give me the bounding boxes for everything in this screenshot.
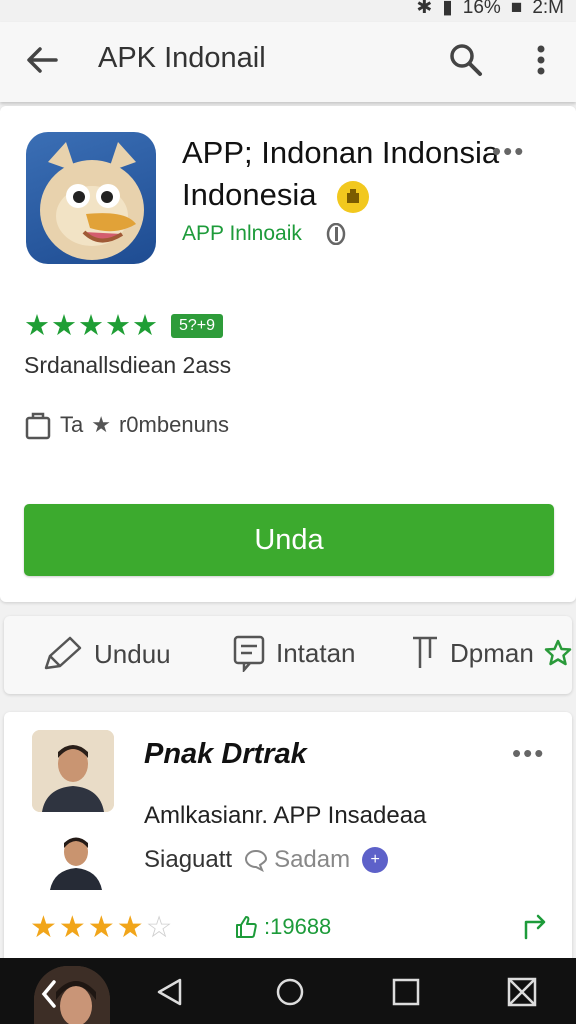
app-name: APP; Indonan Indonsia Indonesia	[182, 132, 522, 216]
action-bar: Unduu Intatan Dpman	[4, 616, 572, 694]
developer-row: APP Inlnoaik	[182, 222, 346, 246]
star-outline-icon[interactable]	[544, 639, 572, 667]
chat-icon	[245, 849, 268, 872]
reply-link[interactable]: Sadam	[244, 846, 350, 874]
battery-percent: 16%	[462, 0, 501, 18]
note-icon	[233, 635, 265, 672]
nav-back-icon[interactable]	[154, 976, 186, 1008]
review-text: Amlkasianr. APP Insadeaa	[144, 802, 427, 829]
app-more-button[interactable]: •••	[492, 136, 525, 167]
app-subtitle: Srdanallsdiean 2ass	[24, 352, 232, 378]
action-save[interactable]: Dpman	[410, 634, 572, 672]
review-meta-label: Siaguatt	[144, 846, 233, 873]
signal-icon: ▮	[442, 0, 453, 18]
rating-stars: ★★★★★	[24, 310, 159, 342]
star-filled-icon: ★	[116, 911, 146, 944]
reviewer-name: Pnak Drtrak	[144, 738, 307, 770]
action-save-label: Dpman	[450, 637, 534, 668]
category-label: Ta	[60, 412, 84, 437]
app-bar: APK Indonail	[0, 22, 576, 102]
category-rest: r0mbenuns	[118, 412, 230, 437]
more-vert-icon[interactable]	[526, 40, 556, 80]
back-arrow-icon[interactable]	[22, 40, 62, 80]
reviewer-photo-small	[44, 826, 108, 890]
status-bar: ✱ ▮ 16% ■ 2:M	[0, 0, 576, 22]
reviewer-avatar-small[interactable]	[44, 826, 108, 890]
app-info-card: APP; Indonan Indonsia Indonesia ••• APP …	[0, 106, 576, 602]
nav-home-icon[interactable]	[274, 976, 306, 1008]
action-download[interactable]: Unduu	[40, 634, 171, 674]
bluetooth-icon: ✱	[416, 0, 433, 18]
category-row[interactable]: Ta ★ r0mbenuns	[24, 410, 229, 440]
search-icon[interactable]	[446, 40, 486, 80]
rating-row: ★★★★★ 5?+9	[24, 308, 224, 343]
reviewer-avatar[interactable]	[32, 730, 114, 812]
thumbnail-image	[34, 966, 110, 1024]
reply-label: Sadam	[274, 846, 351, 873]
likes-button[interactable]: :19688	[234, 914, 331, 940]
plus-badge-icon: +	[362, 847, 389, 873]
star-icon: ★	[91, 412, 111, 437]
recent-thumbnail[interactable]	[34, 966, 110, 1024]
clock: 2:M	[532, 0, 564, 18]
reviewer-photo	[32, 730, 114, 812]
app-icon-artwork	[40, 142, 144, 260]
review-stars: ★★★★☆	[30, 910, 175, 945]
status-icons: ✱ ▮ 16% ■ 2:M	[416, 0, 564, 19]
nav-recents-icon[interactable]	[390, 976, 422, 1008]
star-filled-icon: ★	[58, 911, 88, 944]
review-meta: Siaguatt Sadam +	[144, 846, 389, 874]
system-nav-bar	[0, 958, 576, 1024]
page-title: APK Indonail	[98, 42, 266, 74]
bag-icon	[25, 412, 51, 440]
review-more-button[interactable]: •••	[512, 738, 545, 769]
info-icon[interactable]	[326, 223, 346, 245]
star-filled-icon: ★	[30, 911, 59, 944]
review-card: Pnak Drtrak ••• Amlkasianr. APP Insadeaa…	[4, 712, 572, 972]
action-notes[interactable]: Intatan	[232, 634, 356, 672]
action-notes-label: Intatan	[276, 637, 356, 668]
bookmark-icon	[413, 636, 437, 668]
rating-badge: 5?+9	[171, 313, 224, 338]
battery-icon: ■	[510, 0, 523, 18]
likes-count: :19688	[264, 914, 332, 939]
app-icon[interactable]	[26, 132, 156, 264]
action-download-label: Unduu	[94, 638, 171, 669]
share-icon[interactable]	[522, 912, 550, 940]
star-filled-icon: ★	[87, 911, 117, 944]
pencil-icon	[44, 636, 82, 670]
thumbs-up-icon	[236, 916, 257, 938]
install-button[interactable]: Unda	[24, 504, 554, 576]
developer-link[interactable]: APP Inlnoaik	[182, 222, 302, 246]
nav-screenshot-icon[interactable]	[506, 976, 538, 1008]
star-empty-icon: ☆	[145, 911, 175, 944]
editors-choice-icon	[337, 180, 370, 213]
badge-glyph	[347, 188, 360, 203]
